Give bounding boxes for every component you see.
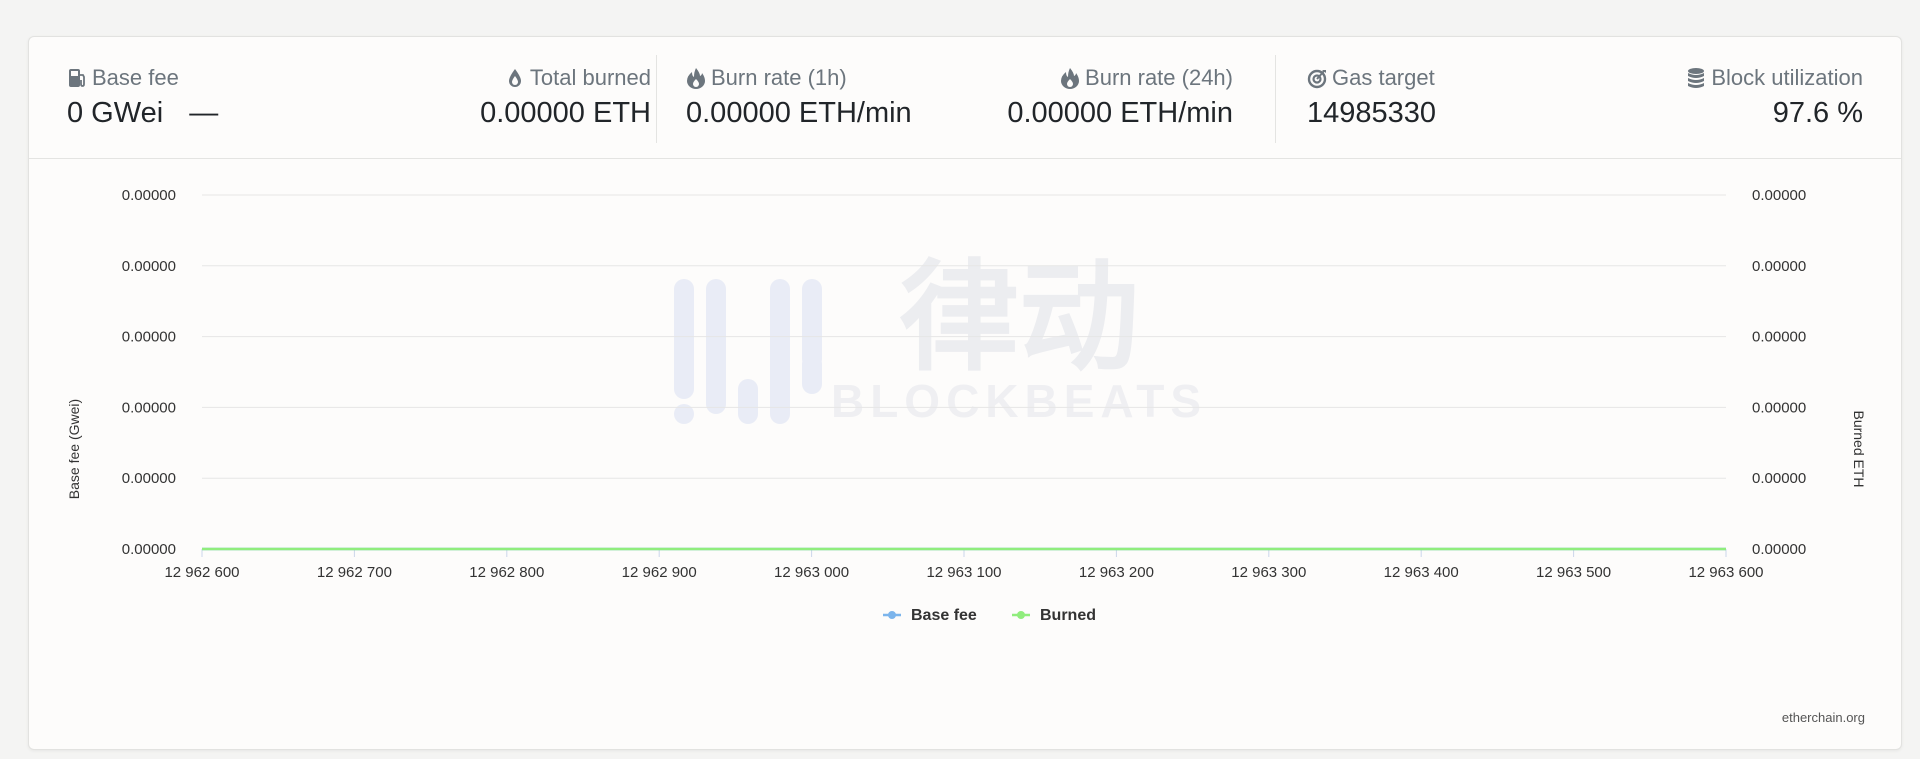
burn-rate-1h-label: Burn rate (1h): [711, 65, 847, 90]
gas-target-label: Gas target: [1332, 65, 1435, 90]
y-tick-label: 0.00000: [122, 541, 176, 558]
stats-bar: Base fee 0 GWei — Total burned 0.00000 E…: [29, 37, 1901, 159]
burn-rate-1h-value: 0.00000 ETH/min: [686, 97, 912, 129]
y-tick-label: 0.00000: [122, 258, 176, 275]
base-fee-label: Base fee: [92, 65, 179, 90]
y2-tick-label: 0.00000: [1752, 187, 1806, 204]
divider: [1275, 55, 1276, 143]
divider: [656, 55, 657, 143]
chart-legend: Base fee Burned: [883, 607, 1096, 624]
y-tick-label: 0.00000: [122, 399, 176, 416]
stat-burn-rate-24h: Burn rate (24h) 0.00000 ETH/min: [1007, 65, 1233, 130]
watermark-text: 律动: [899, 251, 1139, 385]
fire-icon: [687, 68, 705, 89]
block-utilization-value: 97.6 %: [1772, 97, 1863, 129]
gas-pump-icon: [69, 69, 85, 87]
stat-block-utilization: Block utilization 97.6 %: [1686, 65, 1863, 130]
legend-label: Base fee: [911, 607, 977, 624]
total-burned-value: 0.00000 ETH: [480, 97, 651, 129]
database-icon: [1688, 68, 1705, 88]
gas-target-value: 14985330: [1307, 97, 1437, 129]
x-tick-label: 12 963 500: [1536, 564, 1611, 581]
block-utilization-label: Block utilization: [1711, 65, 1863, 90]
stat-total-burned: Total burned 0.00000 ETH: [480, 65, 651, 130]
y2-tick-label: 0.00000: [1752, 470, 1806, 487]
x-tick-label: 12 963 400: [1384, 564, 1459, 581]
legend-item-base-fee[interactable]: Base fee: [883, 607, 977, 624]
y-axis-left: 0.00000 0.00000 0.00000 0.00000 0.00000 0.000…: [122, 187, 176, 558]
base-fee-burn-chart: 律动 BLOCKBEATS 0.000000.000000.000000.000…: [66, 187, 1867, 624]
burn-rate-24h-label: Burn rate (24h): [1085, 65, 1233, 90]
x-tick-label: 12 963 200: [1079, 564, 1154, 581]
x-tick-label: 12 963 600: [1688, 564, 1763, 581]
x-tick-label: 12 962 600: [164, 564, 239, 581]
watermark: 律动 BLOCKBEATS: [674, 251, 1207, 427]
drop-icon: [508, 69, 521, 87]
credit-link[interactable]: etherchain.org: [1782, 710, 1865, 725]
y-axis-right: 0.00000 0.00000 0.00000 0.00000 0.00000 0.000…: [1752, 187, 1806, 558]
y-tick-label: 0.00000: [122, 470, 176, 487]
x-axis: 12 962 600 12 962 700 12 962 800 12 962 900…: [164, 549, 1764, 581]
x-tick-label: 12 962 800: [469, 564, 544, 581]
y-axis-title: Base fee (Gwei): [66, 399, 82, 499]
base-fee-value: 0 GWei: [67, 97, 164, 129]
y2-tick-label: 0.00000: [1752, 329, 1806, 346]
x-tick-label: 12 962 700: [317, 564, 392, 581]
watermark-subtext: BLOCKBEATS: [831, 375, 1207, 427]
x-tick-label: 12 963 300: [1231, 564, 1306, 581]
y2-axis-title: Burned ETH: [1851, 410, 1867, 487]
y2-tick-label: 0.00000: [1752, 541, 1806, 558]
legend-swatch-marker: [888, 611, 896, 619]
x-tick-label: 12 963 100: [926, 564, 1001, 581]
burn-rate-24h-value: 0.00000 ETH/min: [1007, 97, 1233, 129]
target-icon: [1307, 69, 1327, 89]
legend-swatch-marker: [1017, 611, 1025, 619]
base-fee-trend: —: [189, 97, 219, 129]
legend-label: Burned: [1040, 607, 1096, 624]
gas-stats-card: Base fee 0 GWei — Total burned 0.00000 E…: [28, 36, 1902, 750]
stat-gas-target: Gas target 14985330: [1307, 65, 1436, 130]
total-burned-label: Total burned: [529, 65, 651, 90]
stat-base-fee: Base fee 0 GWei —: [67, 65, 218, 130]
fire-icon: [1061, 68, 1080, 89]
y-tick-label: 0.00000: [122, 187, 176, 204]
y-tick-label: 0.00000: [122, 329, 176, 346]
y2-tick-label: 0.00000: [1752, 258, 1806, 275]
stat-burn-rate-1h: Burn rate (1h) 0.00000 ETH/min: [686, 65, 912, 130]
x-tick-label: 12 962 900: [622, 564, 697, 581]
y2-tick-label: 0.00000: [1752, 399, 1806, 416]
x-tick-label: 12 963 000: [774, 564, 849, 581]
legend-item-burned[interactable]: Burned: [1012, 607, 1096, 624]
chart-area: 律动 BLOCKBEATS 0.00000 0.00000 0.00000 0.000…: [29, 159, 1901, 749]
